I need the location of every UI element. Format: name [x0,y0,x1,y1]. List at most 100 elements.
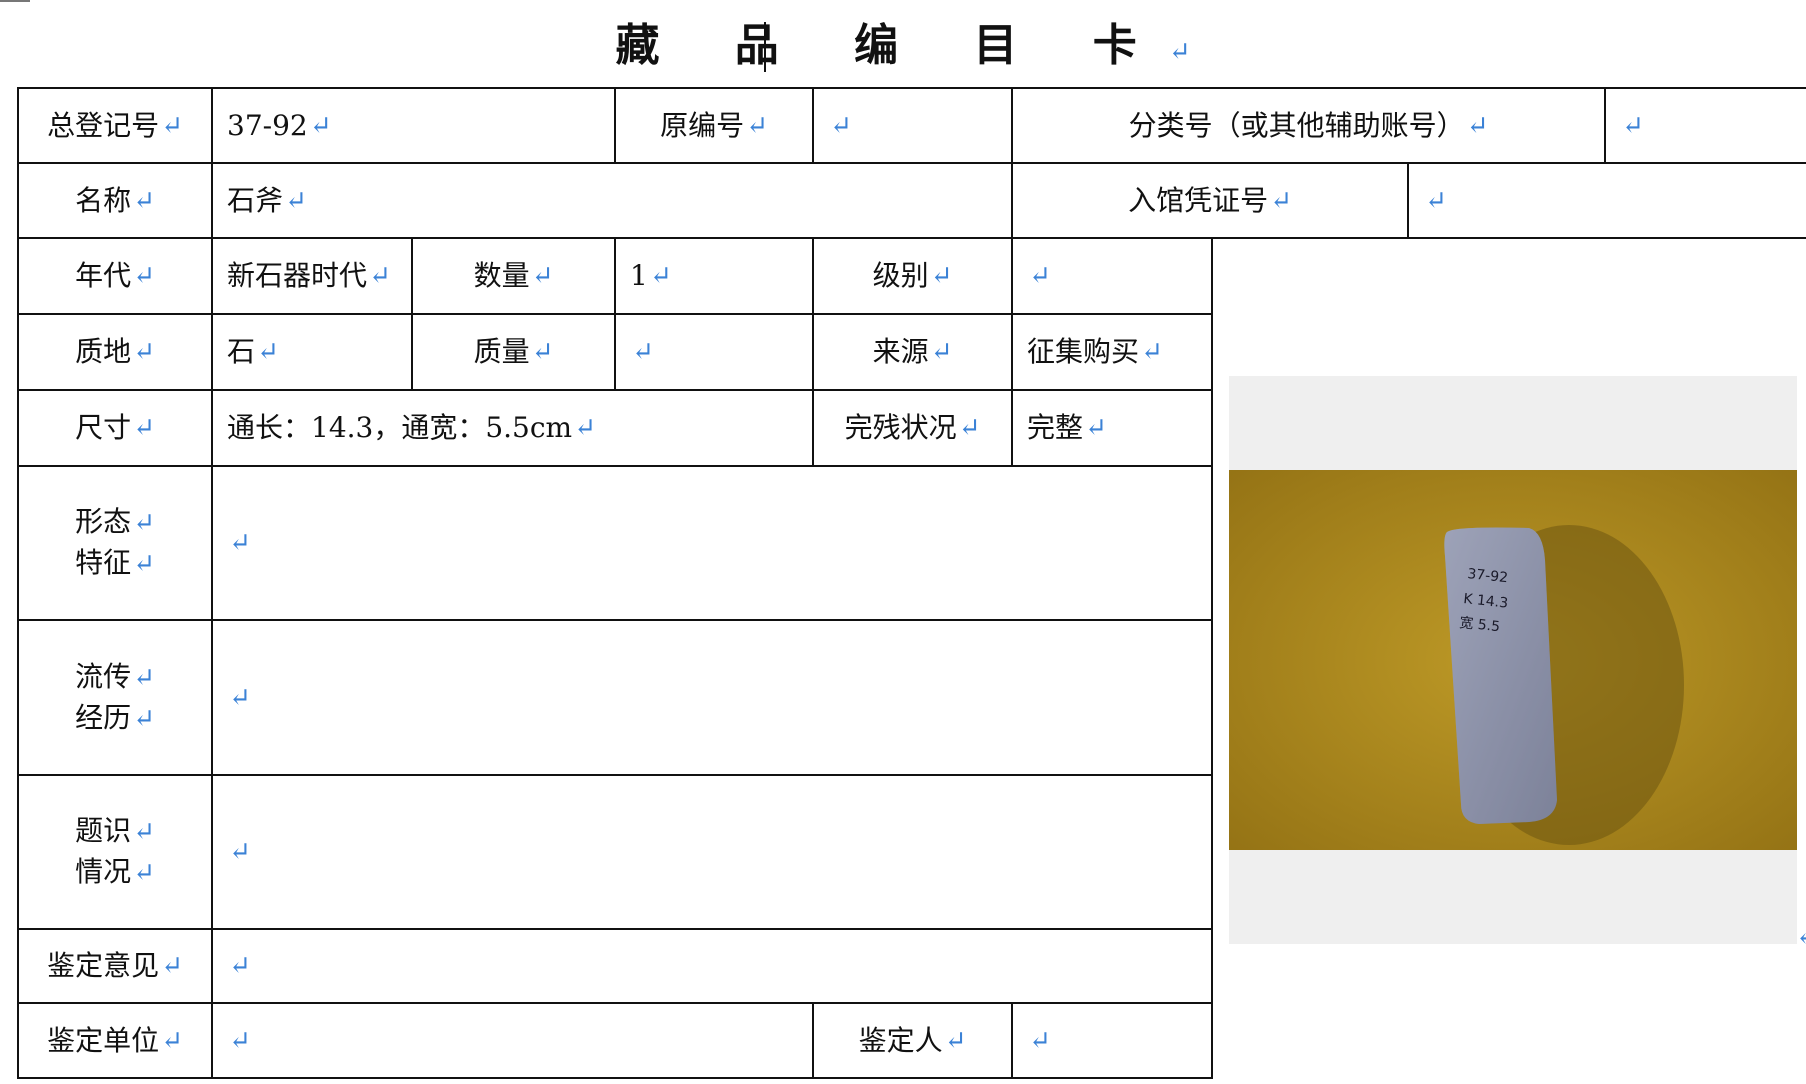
material-value: 石 [227,335,256,368]
weight-label-cell: 质量 ↵ [413,315,614,389]
corner-mark [0,0,30,2]
orig-no-value-cell[interactable]: ↵ [814,89,1011,162]
artifact-photo-frame: 37-92 K 14.3 宽 5.5 [1229,376,1797,944]
paragraph-mark-icon: ↵ [531,337,554,367]
name-value-cell[interactable]: 石斧 ↵ [213,164,1011,237]
size-value-cell[interactable]: 通长：14.3，通宽：5.5cm ↵ [213,391,812,465]
appraiser-label: 鉴定人 [858,1023,943,1057]
paragraph-mark-icon: ↵ [930,261,953,291]
inscription-value-cell[interactable]: ↵ [213,776,1211,928]
paragraph-mark-icon: ↵ [161,110,183,141]
history-value-cell[interactable]: ↵ [213,621,1211,774]
features-label-text2: 特征 [75,546,132,579]
paragraph-mark-icon: ↵ [1270,185,1292,216]
paragraph-mark-icon: ↵ [1085,413,1107,443]
paragraph-mark-icon: ↵ [649,261,672,291]
grade-label-cell: 级别 ↵ [814,239,1011,313]
condition-label-cell: 完残状况 ↵ [814,391,1011,465]
unit-label-cell: 鉴定单位 ↵ [19,1004,211,1077]
paragraph-mark-icon: ↵ [632,337,654,367]
history-label-text1: 流传 [75,659,132,693]
paragraph-mark-icon: ↵ [930,337,953,367]
class-no-label: 分类号（或其他辅助账号） [1128,108,1465,142]
opinion-label: 鉴定意见 [47,949,160,982]
catalog-card-page: 藏 品 编 目 卡↵ 总登记号 ↵ 37-92 ↵ 原编号 ↵ ↵ 分类号（或其… [0,0,1806,1084]
condition-label: 完残状况 [844,411,957,444]
paragraph-mark-icon: ↵ [285,185,307,216]
paragraph-mark-icon: ↵ [574,413,596,443]
name-label: 名称 [75,183,132,217]
condition-value: 完整 [1027,411,1084,444]
reg-no-value-cell[interactable]: 37-92 ↵ [213,89,614,162]
condition-value-cell[interactable]: 完整 ↵ [1013,391,1211,465]
material-label: 质地 [75,335,132,368]
opinion-label-cell: 鉴定意见 ↵ [19,930,211,1002]
reg-no-value: 37-92 [227,108,308,142]
paragraph-mark-icon: ↵ [133,413,155,443]
paragraph-mark-icon: ↵ [161,951,183,981]
features-value-cell[interactable]: ↵ [213,467,1211,619]
inscription-label-line1: 题识↵ [75,811,155,852]
paragraph-mark-icon: ↵ [958,413,981,443]
material-label-cell: 质地 ↵ [19,315,211,389]
paragraph-mark-icon: ↵ [133,817,155,847]
paragraph-mark-icon: ↵ [830,110,852,141]
era-value-cell[interactable]: 新石器时代 ↵ [213,239,411,313]
paragraph-mark-icon: ↵ [133,549,155,579]
era-value: 新石器时代 [227,259,368,292]
voucher-value-cell[interactable]: ↵ [1409,164,1806,237]
unit-label: 鉴定单位 [47,1023,160,1057]
reg-no-label-cell: 总登记号 ↵ [19,89,211,162]
history-label-line2: 经历↵ [75,698,155,739]
source-label: 来源 [872,335,929,368]
paragraph-mark-icon: ↵ [1029,1025,1051,1056]
paragraph-mark-icon: ↵ [133,703,155,734]
features-label-line1: 形态↵ [75,502,155,543]
material-value-cell[interactable]: 石 ↵ [213,315,411,389]
grid-vline [1211,237,1213,1079]
paragraph-mark-icon: ↵ [133,337,155,367]
paragraph-mark-icon: ↵ [229,837,251,867]
opinion-value-cell[interactable]: ↵ [213,930,1211,1002]
paragraph-mark-icon: ↵ [1466,110,1489,141]
appraiser-label-cell: 鉴定人 ↵ [814,1004,1011,1077]
source-value-cell[interactable]: 征集购买 ↵ [1013,315,1211,389]
stone-axe-photo[interactable]: 37-92 K 14.3 宽 5.5 [1229,470,1797,850]
unit-value-cell[interactable]: ↵ [213,1004,812,1077]
title-text: 藏 品 编 目 卡 [615,20,1167,71]
features-label-cell: 形态↵ 特征↵ [19,467,211,619]
voucher-label: 入馆凭证号 [1128,183,1269,217]
size-label: 尺寸 [75,411,132,444]
class-no-value-cell[interactable]: ↵ [1606,89,1806,162]
grade-label: 级别 [872,259,929,292]
paragraph-mark-icon: ↵ [309,110,332,141]
era-label: 年代 [75,259,132,292]
paragraph-mark-icon: ↵ [229,1025,251,1056]
card-title: 藏 品 编 目 卡↵ [0,16,1806,82]
history-label-cell: 流传↵ 经历↵ [19,621,211,774]
appraiser-value-cell[interactable]: ↵ [1013,1004,1211,1077]
era-label-cell: 年代 ↵ [19,239,211,313]
grade-value-cell[interactable]: ↵ [1013,239,1211,313]
paragraph-mark-icon: ↵ [1425,185,1447,216]
name-value: 石斧 [227,183,284,217]
paragraph-mark-icon: ↵ [1168,37,1191,67]
qty-value-cell[interactable]: 1 ↵ [616,239,812,313]
paragraph-mark-icon: ↵ [133,508,155,538]
paragraph-mark-icon: ↵ [133,261,155,291]
source-label-cell: 来源 ↵ [814,315,1011,389]
paragraph-mark-icon: ↵ [369,261,391,291]
features-label-text1: 形态 [75,505,132,538]
paragraph-mark-icon: ↵ [944,1025,967,1056]
reg-no-label: 总登记号 [47,108,160,142]
size-value: 通长：14.3，通宽：5.5cm [227,411,573,444]
history-label-line1: 流传↵ [75,657,155,698]
qty-label-cell: 数量 ↵ [413,239,614,313]
paragraph-mark-icon: ↵ [229,528,251,558]
qty-value: 1 [630,259,648,292]
weight-value-cell[interactable]: ↵ [616,315,812,389]
qty-label: 数量 [473,259,530,292]
source-value: 征集购买 [1027,335,1140,368]
features-label-line2: 特征↵ [75,543,155,584]
orig-no-label: 原编号 [660,108,745,142]
